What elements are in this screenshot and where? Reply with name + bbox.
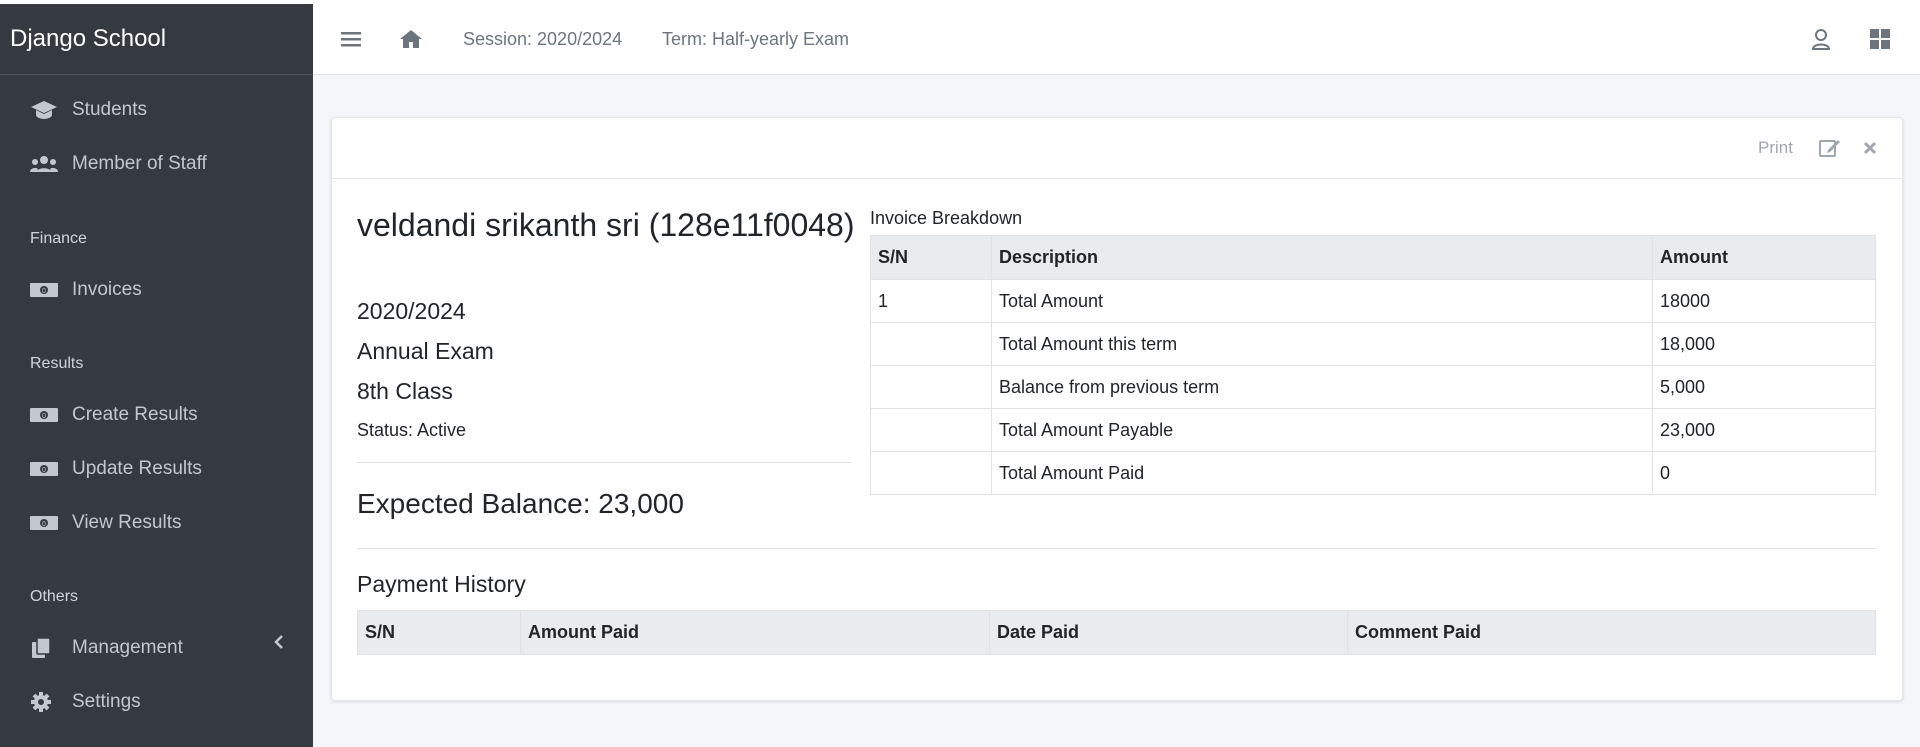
- table-row: Total Amount Paid 0: [870, 451, 1876, 495]
- home-icon[interactable]: [399, 4, 423, 74]
- cell-amount: 5,000: [1652, 365, 1876, 409]
- cell-sn: [870, 322, 992, 366]
- cell-sn: [870, 451, 992, 495]
- user-icon[interactable]: [1811, 4, 1831, 74]
- print-button[interactable]: Print: [1758, 118, 1793, 178]
- sidebar-item-students[interactable]: Students: [30, 90, 147, 130]
- menu-toggle-icon[interactable]: [341, 4, 361, 74]
- invoice-card: Print veldandi srikanth sri (128e11f0048…: [331, 117, 1903, 701]
- sidebar-item-update-results[interactable]: 0 Update Results: [30, 449, 202, 489]
- divider: [357, 548, 1876, 549]
- table-row: Balance from previous term 5,000: [870, 365, 1876, 409]
- cell-description: Total Amount Payable: [991, 408, 1653, 452]
- grid-icon[interactable]: [1870, 4, 1890, 74]
- sidebar-item-management[interactable]: Management: [30, 628, 290, 668]
- payment-history-title: Payment History: [357, 571, 526, 597]
- sidebar-item-member-of-staff[interactable]: Member of Staff: [30, 144, 207, 184]
- money-bill-icon: 0: [30, 279, 60, 301]
- column-header-amount: Amount: [1652, 235, 1876, 280]
- column-header-sn: S/N: [357, 610, 521, 655]
- student-exam: Annual Exam: [357, 338, 494, 364]
- sidebar-item-create-results[interactable]: 0 Create Results: [30, 395, 198, 435]
- table-header-row: S/N Description Amount: [870, 235, 1876, 280]
- edit-icon[interactable]: [1819, 118, 1841, 178]
- top-navbar: Session: 2020/2024 Term: Half-yearly Exa…: [313, 4, 1920, 75]
- sidebar-header-results: Results: [30, 355, 84, 372]
- column-header-date-paid: Date Paid: [989, 610, 1348, 655]
- term-label[interactable]: Term: Half-yearly Exam: [662, 4, 849, 74]
- cell-description: Total Amount: [991, 279, 1653, 323]
- sidebar-item-label: Settings: [72, 691, 141, 712]
- sidebar-item-invoices[interactable]: 0 Invoices: [30, 270, 142, 310]
- sidebar-item-label: Invoices: [72, 279, 142, 300]
- money-bill-icon: 0: [30, 404, 60, 426]
- column-header-sn: S/N: [870, 235, 992, 280]
- table-header-row: S/N Amount Paid Date Paid Comment Paid: [357, 610, 1876, 655]
- cell-sn: [870, 365, 992, 409]
- expected-balance: Expected Balance: 23,000: [357, 488, 684, 519]
- close-icon[interactable]: [1863, 118, 1877, 178]
- cell-amount: 0: [1652, 451, 1876, 495]
- svg-text:0: 0: [42, 413, 46, 420]
- cell-sn: 1: [870, 279, 992, 323]
- cell-description: Total Amount this term: [991, 322, 1653, 366]
- divider: [357, 462, 851, 463]
- sidebar-item-label: View Results: [72, 512, 182, 533]
- gear-icon: [30, 691, 60, 713]
- graduation-cap-icon: [30, 99, 60, 121]
- column-header-description: Description: [991, 235, 1653, 280]
- sidebar-item-label: Member of Staff: [72, 153, 207, 174]
- sidebar-item-label: Update Results: [72, 458, 202, 479]
- invoice-breakdown-table: S/N Description Amount 1 Total Amount 18…: [870, 235, 1876, 495]
- sidebar-item-label: Management: [72, 637, 183, 658]
- svg-text:0: 0: [42, 521, 46, 528]
- cell-amount: 18000: [1652, 279, 1876, 323]
- student-status: Status: Active: [357, 420, 467, 440]
- sidebar-item-settings[interactable]: Settings: [30, 682, 141, 722]
- sidebar-item-label: Students: [72, 99, 147, 120]
- student-class: 8th Class: [357, 378, 453, 404]
- brand-title[interactable]: Django School: [0, 4, 313, 75]
- table-row: 1 Total Amount 18000: [870, 279, 1876, 323]
- cell-description: Total Amount Paid: [991, 451, 1653, 495]
- table-row: Total Amount Payable 23,000: [870, 408, 1876, 452]
- cell-amount: 23,000: [1652, 408, 1876, 452]
- sidebar: Django School Students Member of Staff F…: [0, 4, 313, 747]
- cell-amount: 18,000: [1652, 322, 1876, 366]
- copy-icon: [30, 637, 60, 659]
- column-header-comment-paid: Comment Paid: [1347, 610, 1876, 655]
- cell-sn: [870, 408, 992, 452]
- svg-text:0: 0: [42, 467, 46, 474]
- table-row: Total Amount this term 18,000: [870, 322, 1876, 366]
- svg-text:0: 0: [42, 288, 46, 295]
- sidebar-header-finance: Finance: [30, 230, 87, 247]
- student-session: 2020/2024: [357, 298, 466, 324]
- sidebar-item-view-results[interactable]: 0 View Results: [30, 503, 181, 543]
- student-name: veldandi srikanth sri (128e11f0048): [357, 207, 855, 243]
- session-label[interactable]: Session: 2020/2024: [463, 4, 622, 74]
- money-bill-icon: 0: [30, 512, 60, 534]
- sidebar-item-label: Create Results: [72, 404, 198, 425]
- cell-description: Balance from previous term: [991, 365, 1653, 409]
- chevron-left-icon[interactable]: [273, 634, 285, 655]
- money-bill-icon: 0: [30, 458, 60, 480]
- invoice-breakdown-title: Invoice Breakdown: [870, 208, 1023, 228]
- sidebar-header-others: Others: [30, 588, 79, 605]
- card-header: Print: [332, 118, 1902, 179]
- column-header-amount-paid: Amount Paid: [520, 610, 990, 655]
- users-icon: [30, 153, 60, 175]
- payment-history-table: S/N Amount Paid Date Paid Comment Paid: [357, 610, 1876, 655]
